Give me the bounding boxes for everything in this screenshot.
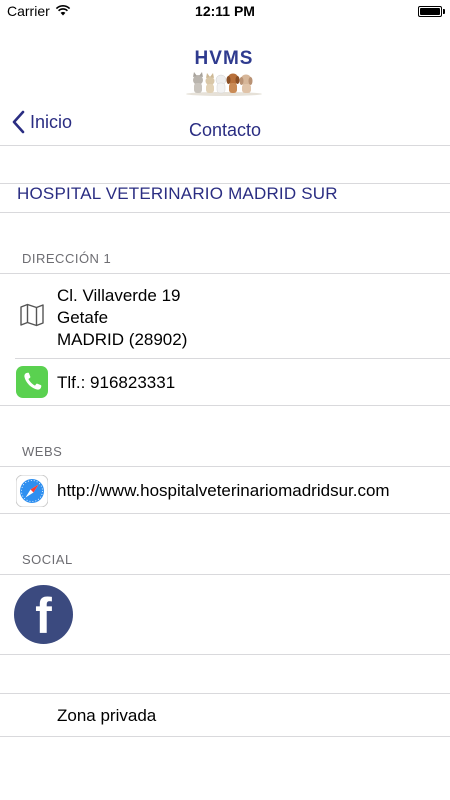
address-line-2: Getafe [57, 308, 109, 327]
page-title: Contacto [188, 120, 262, 140]
webs-section-header: WEBS [22, 444, 63, 459]
separator [0, 513, 450, 514]
phone-icon [16, 366, 48, 398]
status-bar: Carrier 12:11 PM [0, 0, 450, 24]
separator [0, 693, 450, 694]
address-section-header: DIRECCIÓN 1 [22, 251, 112, 266]
address-line-1: Cl. Villaverde 19 [57, 286, 181, 305]
battery-tip [443, 9, 445, 14]
address-line-3: MADRID (28902) [57, 330, 188, 349]
safari-icon [16, 475, 48, 507]
battery-icon [418, 6, 442, 17]
separator [0, 212, 450, 213]
separator [0, 574, 450, 575]
social-section-header: SOCIAL [22, 552, 73, 567]
hospital-name: HOSPITAL VETERINARIO MADRID SUR [17, 184, 338, 203]
status-time: 12:11 PM [195, 3, 255, 19]
pets-logo-image [186, 72, 262, 96]
map-icon [20, 303, 44, 327]
private-zone-item[interactable]: Zona privada [57, 706, 156, 726]
address-row[interactable]: Cl. Villaverde 19 Getafe MADRID (28902) [0, 274, 450, 358]
facebook-button[interactable]: f [14, 585, 73, 644]
separator [0, 654, 450, 655]
website-url: http://www.hospitalveterinariomadridsur.… [57, 481, 390, 500]
hvms-logo: HVMS [184, 48, 264, 98]
nav-separator [0, 145, 450, 146]
logo-text: HVMS [194, 48, 254, 69]
phone-number: Tlf.: 916823331 [57, 373, 176, 392]
separator [0, 405, 450, 406]
separator [0, 736, 450, 737]
phone-row[interactable]: Tlf.: 916823331 [0, 359, 450, 405]
facebook-icon: f [35, 588, 52, 644]
website-row[interactable]: http://www.hospitalveterinariomadridsur.… [0, 467, 450, 513]
